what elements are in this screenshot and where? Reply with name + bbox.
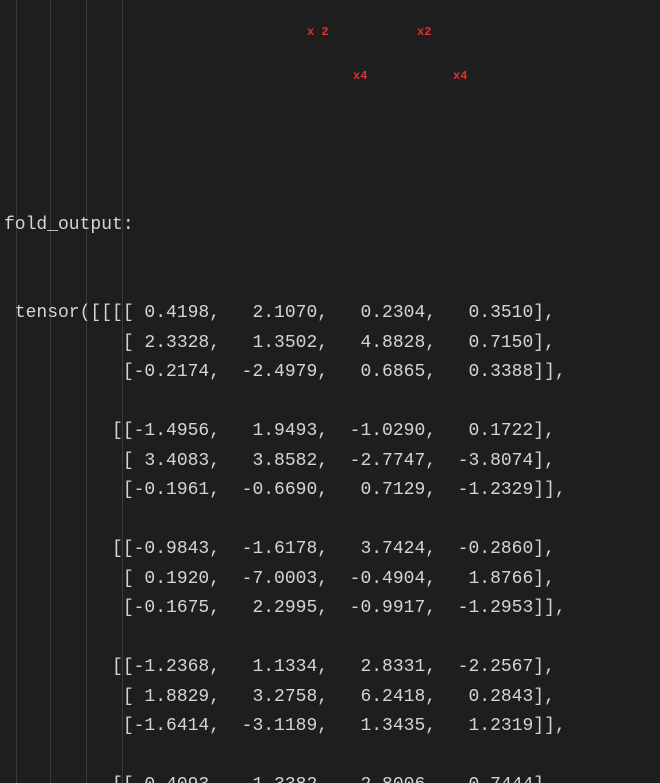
output-header: fold_output: (4, 211, 660, 241)
blank-line (4, 742, 660, 772)
blank-line (4, 388, 660, 418)
tensor-output: tensor([[[[ 0.4198, 2.1070, 0.2304, 0.35… (4, 299, 660, 783)
tensor-row: [ 0.1920, -7.0003, -0.4904, 1.8766], (4, 565, 660, 595)
annotation-0: x 2 (307, 18, 329, 48)
annotation-2: x4 (353, 62, 367, 92)
annotation-3: x4 (453, 62, 467, 92)
tensor-row: [[-0.4093, 1.3382, 2.8006, 0.7444], (4, 771, 660, 783)
tensor-row: [-0.2174, -2.4979, 0.6865, 0.3388]], (4, 358, 660, 388)
tensor-row: [ 2.3328, 1.3502, 4.8828, 0.7150], (4, 329, 660, 359)
tensor-row: [ 1.8829, 3.2758, 6.2418, 0.2843], (4, 683, 660, 713)
annotation-1: x2 (417, 18, 431, 48)
code-editor: fold_output: tensor([[[[ 0.4198, 2.1070,… (0, 0, 660, 783)
tensor-row: tensor([[[[ 0.4198, 2.1070, 0.2304, 0.35… (4, 299, 660, 329)
tensor-row: [[-1.2368, 1.1334, 2.8331, -2.2567], (4, 653, 660, 683)
blank-line (4, 624, 660, 654)
tensor-row: [-0.1961, -0.6690, 0.7129, -1.2329]], (4, 476, 660, 506)
tensor-row: [-1.6414, -3.1189, 1.3435, 1.2319]], (4, 712, 660, 742)
tensor-row: [[-1.4956, 1.9493, -1.0290, 0.1722], (4, 417, 660, 447)
tensor-row: [-0.1675, 2.2995, -0.9917, -1.2953]], (4, 594, 660, 624)
tensor-row: [ 3.4083, 3.8582, -2.7747, -3.8074], (4, 447, 660, 477)
blank-line (4, 506, 660, 536)
tensor-row: [[-0.9843, -1.6178, 3.7424, -0.2860], (4, 535, 660, 565)
